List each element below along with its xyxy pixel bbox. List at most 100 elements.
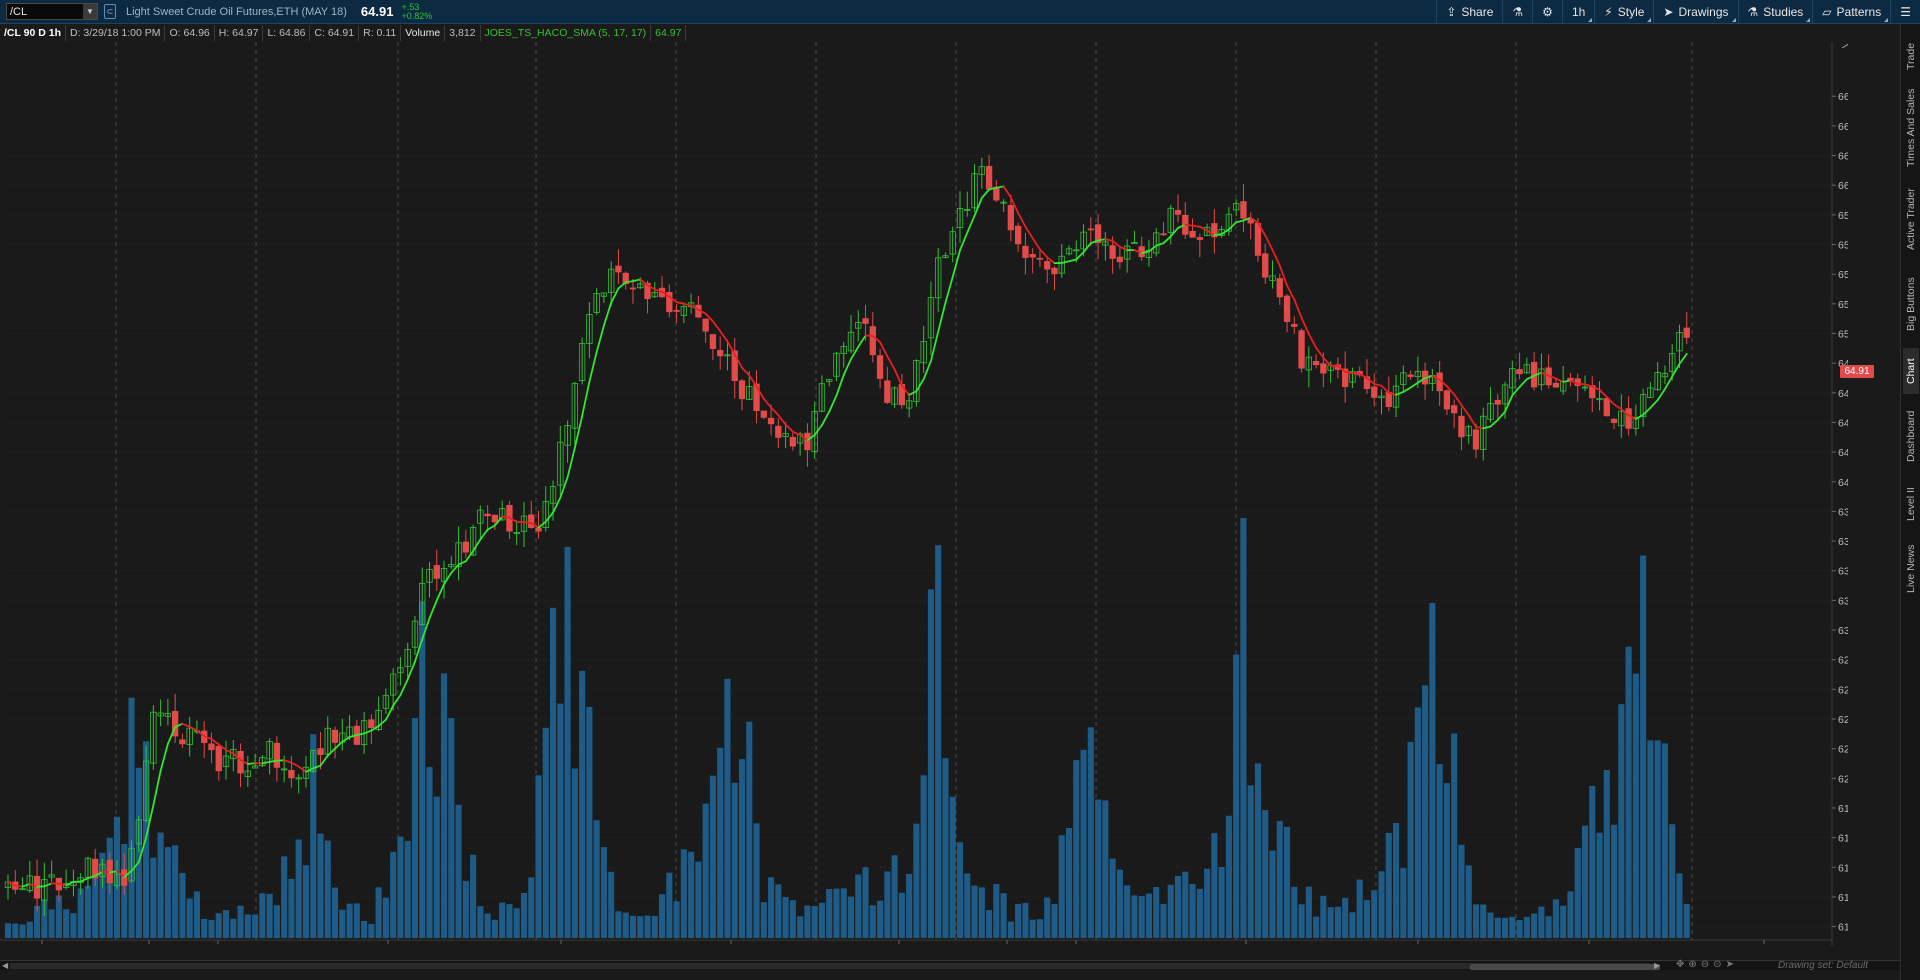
volume-bar — [1240, 518, 1247, 938]
scroll-right-icon[interactable]: ▶ — [1654, 961, 1660, 970]
tab-times-and-sales[interactable]: Times And Sales — [1903, 82, 1919, 174]
volume-bar — [215, 913, 222, 938]
sma-segment — [770, 406, 780, 417]
volume-bar — [666, 872, 673, 938]
tab-big-buttons[interactable]: Big Buttons — [1903, 264, 1919, 344]
sma-segment — [14, 884, 24, 888]
volume-bar — [1618, 704, 1625, 938]
flask-button[interactable]: ⚗ — [1502, 0, 1532, 24]
zoom-out-icon[interactable]: ⊖ — [1701, 959, 1709, 970]
patterns-button[interactable]: ▱ Patterns — [1812, 0, 1890, 24]
price-axis[interactable]: 66.666.466.26665.865.665.465.26564.864.6… — [1832, 42, 1848, 934]
volume-bar — [644, 915, 651, 938]
menu-button[interactable]: ☰ — [1890, 0, 1920, 24]
flask-icon: ⚗ — [1512, 5, 1524, 19]
volume-bar — [455, 804, 462, 938]
volume-bar — [1349, 912, 1356, 938]
volume-bar — [19, 924, 26, 938]
volume-label[interactable]: Volume — [401, 25, 446, 41]
timeframe-button[interactable]: 1h — [1561, 0, 1594, 24]
sma-segment — [1584, 383, 1594, 388]
tab-active-trader[interactable]: Active Trader — [1903, 178, 1919, 260]
volume-bar — [346, 903, 353, 938]
volume-bar — [520, 892, 528, 938]
drawing-set-label[interactable]: Drawing set: Default — [1778, 960, 1868, 971]
tab-chart[interactable]: Chart — [1903, 348, 1919, 394]
scroll-track[interactable] — [10, 963, 1660, 970]
scroll-left-icon[interactable]: ◀ — [2, 961, 8, 970]
volume-bar — [513, 908, 520, 938]
volume-bar — [847, 896, 855, 938]
volume-bar — [789, 900, 796, 938]
sma-segment — [552, 496, 562, 514]
volume-bar — [1065, 828, 1073, 938]
candle-body — [1196, 237, 1203, 240]
link-icon[interactable]: ⊂ — [104, 4, 116, 19]
drawings-button[interactable]: ➤ Drawings — [1653, 0, 1737, 24]
y-tick-label: 62.2 — [1838, 744, 1848, 756]
candle-body — [767, 417, 775, 425]
sma-segment — [893, 368, 903, 387]
volume-bar — [738, 759, 746, 938]
y-tick-label: 65.8 — [1838, 210, 1848, 222]
pan-icon[interactable]: ✥ — [1676, 959, 1684, 970]
y-tick-label: 62.6 — [1838, 684, 1848, 696]
tab-trade[interactable]: Trade — [1903, 34, 1919, 78]
time-axis[interactable]: FriSunMonTueWedThuFriSunMonTueWedThuFri — [36, 940, 1770, 946]
cursor-icon[interactable]: ➤ — [1726, 959, 1734, 970]
volume-value: 3,812 — [445, 25, 481, 41]
sma-segment — [341, 736, 351, 743]
price-chart[interactable]: 66.666.466.26665.865.665.465.26564.864.6… — [0, 42, 1874, 946]
share-button[interactable]: ⇪ Share — [1436, 0, 1502, 24]
sma-segment — [850, 345, 860, 360]
sma-segment — [326, 747, 336, 757]
volume-bar — [1451, 733, 1458, 938]
sma-segment — [290, 761, 300, 768]
volume-bar — [855, 874, 862, 938]
volume-bar — [1298, 904, 1305, 938]
symbol-selector[interactable]: /CL ▼ — [6, 3, 98, 20]
sma-segment — [944, 275, 954, 304]
tab-dashboard[interactable]: Dashboard — [1903, 398, 1919, 474]
chart-canvas[interactable]: 66.666.466.26665.865.665.465.26564.864.6… — [0, 42, 1848, 946]
volume-bar — [1647, 740, 1654, 938]
y-tick-label: 66.4 — [1838, 121, 1848, 133]
volume-bar — [1036, 919, 1044, 938]
symbol-period[interactable]: /CL 90 D 1h — [0, 25, 66, 41]
volume-bar — [440, 673, 448, 938]
style-icon: ⚡ — [1604, 5, 1613, 19]
sma-segment — [1496, 410, 1506, 421]
scroll-thumb[interactable] — [1470, 964, 1660, 970]
y-tick-label: 64 — [1838, 477, 1848, 489]
corner-indicator — [1647, 18, 1652, 22]
tab-live-news[interactable]: Live News — [1903, 534, 1919, 604]
zoom-in-icon[interactable]: ⊕ — [1688, 959, 1696, 970]
volume-bar — [993, 884, 1000, 938]
volume-bar — [1509, 916, 1516, 938]
zoom-fit-icon[interactable]: ⊙ — [1713, 959, 1721, 970]
style-button[interactable]: ⚡ Style — [1594, 0, 1653, 24]
study-label[interactable]: JOES_TS_HACO_SMA (5, 17, 17) — [481, 25, 652, 41]
volume-bar — [658, 894, 666, 938]
candle-body — [1610, 418, 1618, 423]
volume-bar — [26, 921, 33, 938]
studies-button[interactable]: ⚗ Studies — [1737, 0, 1813, 24]
volume-bar — [673, 901, 680, 938]
sma-segment — [559, 476, 569, 499]
volume-bar — [877, 900, 884, 938]
candle-body — [615, 265, 622, 273]
volume-bar — [978, 887, 985, 938]
volume-bar — [884, 871, 891, 938]
candle-body — [1036, 257, 1044, 260]
candle-body — [862, 318, 869, 324]
settings-button[interactable]: ⚙ — [1532, 0, 1562, 24]
sma-segment — [79, 877, 89, 883]
tab-level-ii[interactable]: Level II — [1903, 478, 1919, 530]
volume-bar — [1567, 891, 1574, 938]
horizontal-scrollbar[interactable]: ◀ ▶ ✥ ⊕ ⊖ ⊙ ➤ Drawing set: Default — [0, 959, 1900, 971]
volume-bar — [70, 913, 77, 938]
chevron-down-icon[interactable]: ▼ — [83, 4, 97, 19]
volume-bar — [1233, 654, 1240, 938]
volume-bar — [1102, 800, 1109, 938]
sma-segment — [435, 583, 445, 602]
